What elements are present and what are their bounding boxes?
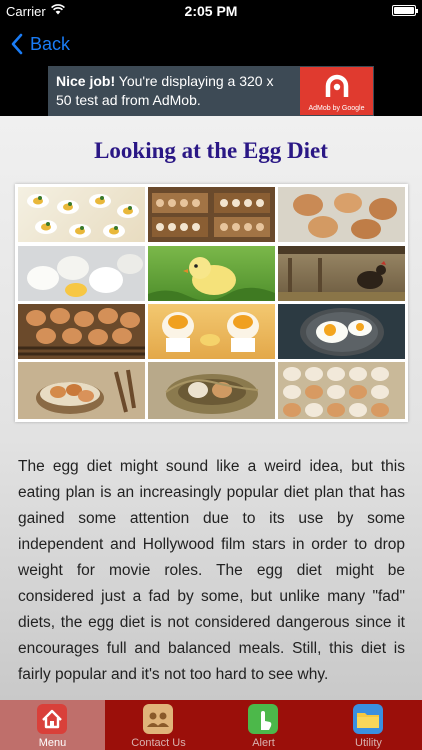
eggs-in-nest-photo xyxy=(148,362,275,419)
brown-eggs-photo xyxy=(278,187,405,242)
baby-chick-photo xyxy=(148,246,275,301)
soft-boiled-eggs-photo xyxy=(148,304,275,359)
tab-menu[interactable]: Menu xyxy=(0,700,105,750)
status-bar: Carrier 2:05 PM xyxy=(0,0,422,22)
battery-icon xyxy=(392,5,418,16)
tab-alert-label: Alert xyxy=(252,737,275,749)
back-label: Back xyxy=(30,33,71,54)
fried-egg-pan-photo xyxy=(278,304,405,359)
egg-tray-photo xyxy=(278,362,405,419)
admob-logo: AdMob by Google xyxy=(300,67,373,115)
deviled-eggs-photo xyxy=(18,187,145,242)
contact-icon xyxy=(143,704,173,734)
egg-basket-photo xyxy=(18,304,145,359)
folder-icon xyxy=(353,704,383,734)
clock: 2:05 PM xyxy=(184,3,238,19)
tab-contact-us[interactable]: Contact Us xyxy=(106,700,211,750)
navigation-bar: Back xyxy=(0,22,422,66)
tab-utility-label: Utility xyxy=(355,737,382,749)
tab-alert[interactable]: Alert xyxy=(211,700,316,750)
white-eggs-photo xyxy=(18,246,145,301)
article-body: The egg diet might sound like a weird id… xyxy=(18,458,405,683)
back-button[interactable]: Back xyxy=(10,30,70,58)
hand-tap-icon xyxy=(248,704,278,734)
ad-text: Nice job! You're displaying a 320 x 50 t… xyxy=(56,72,292,110)
admob-caption: AdMob by Google xyxy=(308,105,365,112)
eggs-in-bowl-photo xyxy=(18,362,145,419)
egg-photo-collage xyxy=(15,184,408,422)
egg-crates-photo xyxy=(148,187,275,242)
home-icon xyxy=(37,704,67,734)
chevron-left-icon xyxy=(11,33,23,55)
tab-utility[interactable]: Utility xyxy=(316,700,421,750)
tab-bar: Menu Contact Us Alert Utility xyxy=(0,700,422,750)
tab-menu-label: Menu xyxy=(38,737,67,749)
hen-photo xyxy=(278,246,405,301)
page-title: Looking at the Egg Diet xyxy=(94,138,328,163)
article-content: Looking at the Egg Diet The egg diet mig… xyxy=(0,116,422,700)
ad-headline: Nice job! xyxy=(56,73,116,89)
admob-icon xyxy=(325,74,349,97)
ad-banner[interactable]: Nice job! You're displaying a 320 x 50 t… xyxy=(48,66,374,116)
tab-contact-us-label: Contact Us xyxy=(131,737,186,749)
